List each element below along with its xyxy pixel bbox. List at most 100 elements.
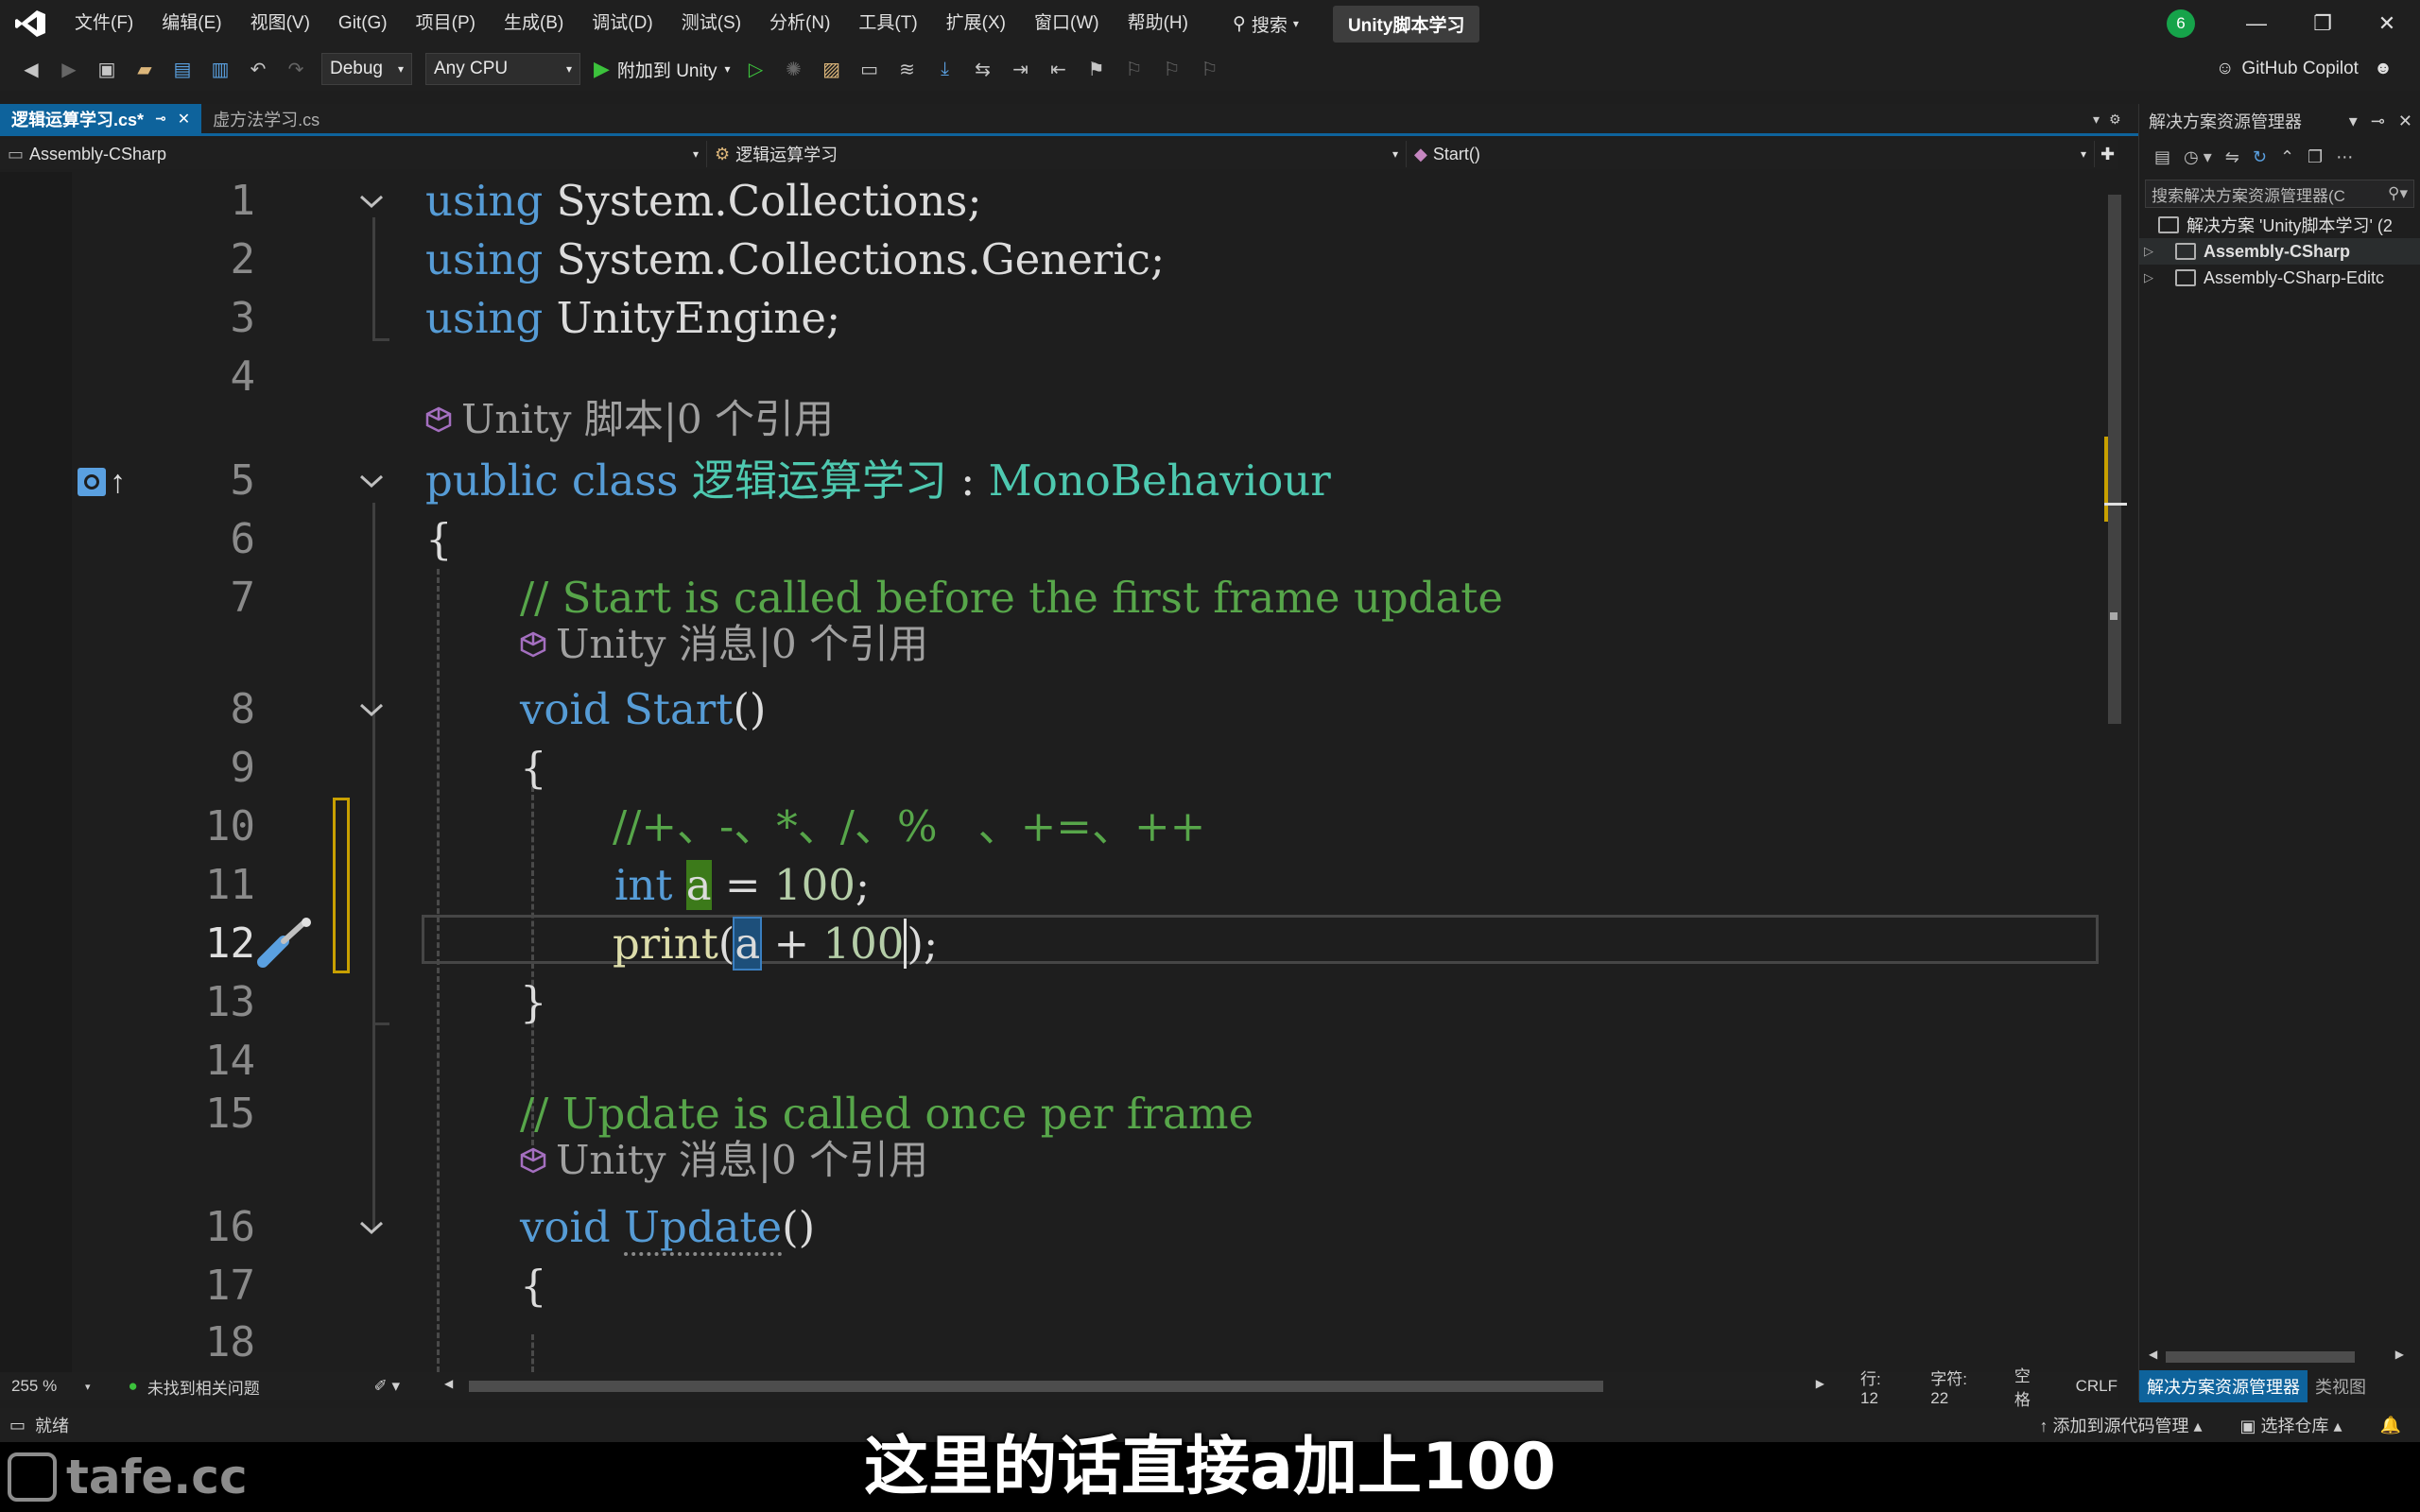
solution-search-input[interactable]: 搜索解决方案资源管理器(C ⚲▾	[2145, 180, 2414, 208]
zoom-select[interactable]: 255 %	[0, 1377, 85, 1396]
show-all-files-icon[interactable]: ❐	[2308, 147, 2323, 167]
char-indicator[interactable]: 字符: 22	[1930, 1366, 1980, 1408]
collapse-icon[interactable]	[355, 1198, 388, 1257]
collapse-all-icon[interactable]: ⌃	[2280, 147, 2294, 167]
whitespace-indicator[interactable]: 空格	[2014, 1363, 2042, 1410]
editor-horizontal-scrollbar[interactable]: ◀ ▶	[444, 1377, 1824, 1392]
format-icon[interactable]: ≋	[895, 57, 920, 81]
indent-icon[interactable]: ⇥	[1009, 57, 1033, 81]
collapse-icon[interactable]	[355, 172, 388, 231]
layout-icon[interactable]: ▭	[857, 57, 882, 81]
codelens-class[interactable]: Unity 脚本|0 个引用	[425, 393, 834, 446]
undo-icon[interactable]: ↶	[246, 57, 270, 81]
save-icon[interactable]: ▤	[170, 57, 195, 81]
tree-item-assembly-csharp[interactable]: ▷ Assembly-CSharp	[2139, 238, 2420, 265]
menu-analyze[interactable]: 分析(N)	[755, 0, 844, 47]
chevron-down-icon[interactable]: ▾	[85, 1381, 91, 1393]
redo-icon[interactable]: ↷	[284, 57, 308, 81]
menu-tools[interactable]: 工具(T)	[844, 0, 931, 47]
compare-icon[interactable]: ⇆	[971, 57, 995, 81]
save-all-icon[interactable]: ▥	[208, 57, 233, 81]
platform-select[interactable]: Any CPU ▾	[425, 53, 580, 85]
menu-project[interactable]: 项目(P)	[402, 0, 490, 47]
back-icon[interactable]: ◀	[19, 57, 43, 81]
codelens-start[interactable]: Unity 消息|0 个引用	[520, 618, 928, 671]
restore-icon[interactable]: ❐	[2290, 0, 2356, 47]
class-inheritance-glyph-icon[interactable]: ↑	[78, 465, 132, 499]
tree-item-assembly-csharp-editor[interactable]: ▷ Assembly-CSharp-Editc	[2139, 265, 2420, 291]
menu-extensions[interactable]: 扩展(X)	[932, 0, 1020, 47]
notification-badge[interactable]: 6	[2167, 9, 2195, 38]
hot-reload-icon[interactable]: ✺	[782, 57, 806, 81]
scrollbar-thumb[interactable]	[2166, 1351, 2355, 1363]
menu-test[interactable]: 测试(S)	[667, 0, 755, 47]
settings-gear-icon[interactable]: ⚙	[2109, 112, 2121, 128]
tree-horizontal-scrollbar[interactable]: ◀ ▶	[2149, 1348, 2404, 1363]
tab-solution-explorer[interactable]: 解决方案资源管理器	[2139, 1370, 2308, 1402]
chevron-down-icon[interactable]: ▾	[2349, 112, 2358, 131]
issues-indicator[interactable]: ● 未找到相关问题	[129, 1375, 355, 1399]
global-search[interactable]: ⚲ 搜索 ▾	[1221, 11, 1310, 37]
menu-help[interactable]: 帮助(H)	[1114, 0, 1202, 47]
pin-icon[interactable]: ⊸	[2371, 112, 2385, 131]
scrollbar-thumb[interactable]	[2108, 195, 2121, 724]
start-without-debug-icon[interactable]: ▷	[744, 57, 769, 81]
menu-build[interactable]: 生成(B)	[490, 0, 578, 47]
menu-view[interactable]: 视图(V)	[236, 0, 324, 47]
forward-icon[interactable]: ▶	[57, 57, 81, 81]
menu-file[interactable]: 文件(F)	[60, 0, 147, 47]
tree-item-solution[interactable]: 解决方案 'Unity脚本学习' (2	[2139, 212, 2420, 238]
close-icon[interactable]: ✕	[178, 110, 190, 129]
project-dropdown[interactable]: ▭ Assembly-CSharp ▾	[0, 141, 707, 167]
tab-class-view[interactable]: 类视图	[2308, 1370, 2374, 1402]
collapse-icon[interactable]	[355, 680, 388, 739]
code-cleanup-brush-icon[interactable]: ✐ ▾	[374, 1377, 401, 1396]
select-repo-button[interactable]: ▣ 选择仓库 ▴	[2240, 1413, 2342, 1437]
github-copilot-button[interactable]: ☺ GitHub Copilot ☻	[2216, 47, 2393, 91]
more-icon[interactable]: ⋯	[2336, 147, 2353, 167]
codelens-update[interactable]: Unity 消息|0 个引用	[520, 1134, 928, 1187]
configuration-select[interactable]: Debug ▾	[321, 53, 412, 85]
menu-git[interactable]: Git(G)	[324, 0, 402, 47]
collapse-icon[interactable]	[355, 452, 388, 510]
bookmark-next-icon[interactable]: ⚐	[1160, 57, 1184, 81]
close-icon[interactable]: ✕	[2398, 112, 2412, 131]
add-to-source-control-button[interactable]: ↑ 添加到源代码管理 ▴	[2039, 1413, 2202, 1437]
expand-arrow-icon[interactable]: ▷	[2139, 244, 2158, 259]
tab-virtual-methods[interactable]: 虚方法学习.cs	[201, 104, 331, 133]
bookmark-icon[interactable]: ⚑	[1084, 57, 1109, 81]
scrollbar-thumb[interactable]	[469, 1381, 1603, 1392]
type-dropdown[interactable]: ⚙ 逻辑运算学习 ▾	[707, 141, 1407, 167]
pin-icon[interactable]: ⊸	[155, 111, 166, 127]
attach-to-unity-button[interactable]: ▶ 附加到 Unity ▾	[594, 57, 731, 82]
open-folder-icon[interactable]: ▰	[132, 57, 157, 81]
menu-debug[interactable]: 调试(D)	[578, 0, 666, 47]
bookmark-prev-icon[interactable]: ⚐	[1122, 57, 1147, 81]
sync-icon[interactable]: ⇋	[2225, 147, 2239, 167]
visual-studio-logo-icon[interactable]	[0, 0, 60, 47]
close-icon[interactable]: ✕	[2354, 0, 2420, 47]
solution-folder-icon[interactable]: ▨	[820, 57, 844, 81]
code-editor[interactable]: 1 using System.Collections; 2 using Syst…	[0, 172, 2118, 1372]
minimize-icon[interactable]: —	[2223, 0, 2290, 47]
expand-arrow-icon[interactable]: ▷	[2139, 270, 2158, 285]
step-icon[interactable]: ⤓	[933, 57, 958, 81]
line-indicator[interactable]: 行: 12	[1860, 1366, 1896, 1408]
outdent-icon[interactable]: ⇤	[1046, 57, 1071, 81]
chevron-down-icon[interactable]: ▾	[2093, 112, 2100, 128]
quick-actions-screwdriver-icon[interactable]	[255, 917, 321, 973]
history-icon[interactable]: ◷ ▾	[2184, 147, 2212, 167]
menu-window[interactable]: 窗口(W)	[1020, 0, 1114, 47]
line-ending-indicator[interactable]: CRLF	[2076, 1377, 2118, 1396]
editor-vertical-scrollbar[interactable]	[2104, 172, 2127, 1370]
bookmark-clear-icon[interactable]: ⚐	[1198, 57, 1222, 81]
member-dropdown[interactable]: ◆ Start() ▾	[1407, 141, 2095, 167]
refresh-icon[interactable]: ↻	[2253, 147, 2267, 167]
new-project-icon[interactable]: ▣	[95, 57, 119, 81]
menu-edit[interactable]: 编辑(E)	[147, 0, 235, 47]
split-editor-icon[interactable]: ✚	[2100, 145, 2115, 164]
notifications-bell-icon[interactable]: 🔔	[2380, 1416, 2401, 1435]
tab-overflow-menu[interactable]: ▾ ⚙	[2093, 112, 2138, 128]
switch-views-icon[interactable]: ▤	[2154, 147, 2170, 167]
tab-logic-operations[interactable]: 逻辑运算学习.cs* ⊸ ✕	[0, 104, 202, 133]
